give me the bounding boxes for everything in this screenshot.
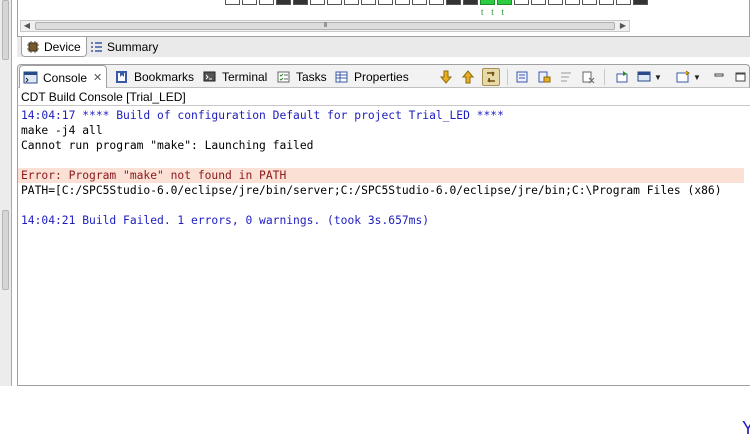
chip-pin-active[interactable] [497, 0, 512, 5]
chip-pin[interactable] [293, 0, 308, 5]
chip-pin[interactable] [344, 0, 359, 5]
chip-pin[interactable] [429, 0, 444, 5]
bookmarks-icon [114, 70, 130, 84]
console-line: Cannot run program "make": Launching fai… [21, 139, 314, 152]
close-icon[interactable]: ✕ [93, 71, 102, 84]
tab-device[interactable]: Device [21, 37, 87, 57]
chip-pin[interactable] [259, 0, 274, 5]
editor-tab-bar: Device Summary [17, 36, 750, 57]
device-editor-area: t t t ◀ III ▶ [17, 0, 750, 36]
chip-pin[interactable] [327, 0, 342, 5]
console-line: 14:04:21 Build Failed. 1 errors, 0 warni… [21, 214, 430, 227]
tab-summary[interactable]: Summary [85, 37, 163, 57]
left-view-scrollbar-lower[interactable] [2, 210, 9, 290]
scroll-right-icon[interactable]: ▶ [617, 21, 629, 31]
chip-pin[interactable] [378, 0, 393, 5]
console-error-line: Error: Program "make" not found in PATH [18, 168, 744, 183]
tab-label: Bookmarks [134, 70, 195, 84]
pin-marker: t [501, 8, 504, 17]
terminal-icon [202, 70, 218, 84]
link-icon[interactable] [482, 68, 500, 86]
toolbar-separator [507, 69, 508, 85]
chip-pin[interactable] [582, 0, 597, 5]
chevron-down-icon[interactable]: ▼ [653, 68, 663, 86]
chip-pin[interactable] [446, 0, 461, 5]
tab-label: Tasks [296, 70, 327, 84]
chip-pin[interactable] [361, 0, 376, 5]
pin-console-icon[interactable] [613, 68, 631, 86]
tab-console[interactable]: Console ✕ [19, 65, 108, 89]
list-icon [89, 40, 103, 54]
console-line: 14:04:17 **** Build of configuration Def… [21, 109, 504, 122]
maximize-icon[interactable] [731, 68, 749, 86]
properties-icon [334, 70, 350, 84]
scrollbar-thumb[interactable]: III [35, 22, 615, 30]
chip-pin[interactable] [531, 0, 546, 5]
tab-tasks[interactable]: Tasks [273, 67, 331, 87]
toolbar-separator [604, 69, 605, 85]
tab-terminal[interactable]: Terminal [199, 67, 271, 87]
chip-pin[interactable] [548, 0, 563, 5]
tab-properties[interactable]: Properties [331, 67, 413, 87]
tab-label: Console [43, 70, 88, 85]
device-chip-icon [26, 40, 40, 54]
tab-bookmarks[interactable]: Bookmarks [111, 67, 198, 87]
tab-label: Properties [354, 70, 409, 84]
word-wrap-icon[interactable] [557, 68, 575, 86]
console-line: PATH=[C:/SPC5Studio-6.0/eclipse/jre/bin/… [21, 184, 722, 197]
left-view-strip [0, 0, 12, 386]
console-name: CDT Build Console [Trial_LED] [17, 88, 750, 106]
chip-pin[interactable] [463, 0, 478, 5]
open-console-icon[interactable] [674, 68, 692, 86]
view-tab-bar: Console ✕ Bookmarks Terminal Tasks Prope… [17, 64, 750, 89]
clear-console-icon[interactable] [579, 68, 597, 86]
console-properties-icon[interactable] [513, 68, 531, 86]
tab-label: Summary [107, 40, 159, 54]
chip-pin[interactable] [276, 0, 291, 5]
pin-markers: t t t [481, 8, 504, 17]
chevron-down-icon[interactable]: ▼ [692, 68, 702, 86]
pin-marker: t [491, 8, 494, 17]
scroll-left-icon[interactable]: ◀ [21, 21, 33, 31]
chip-pin[interactable] [616, 0, 631, 5]
left-view-scrollbar[interactable] [2, 0, 9, 60]
console-output[interactable]: 14:04:17 **** Build of configuration Def… [17, 106, 750, 386]
tab-label: Device [44, 39, 81, 54]
pin-marker: t [481, 8, 484, 17]
chip-pin[interactable] [225, 0, 240, 5]
console-line: make -j4 all [21, 124, 103, 137]
chip-pin[interactable] [514, 0, 529, 5]
tab-label: Terminal [222, 70, 268, 84]
scroll-up-icon[interactable] [459, 68, 477, 86]
scroll-down-icon[interactable] [437, 68, 455, 86]
tasks-icon [276, 70, 292, 84]
minimize-icon[interactable] [710, 68, 728, 86]
console-icon [23, 71, 39, 85]
lock-icon[interactable] [535, 68, 553, 86]
chip-pin[interactable] [599, 0, 614, 5]
chip-pin[interactable] [633, 0, 648, 5]
chip-pin[interactable] [565, 0, 580, 5]
chip-pin[interactable] [242, 0, 257, 5]
chip-pin[interactable] [412, 0, 427, 5]
chip-pin-active[interactable] [480, 0, 495, 5]
partial-text-glyph: Y [742, 418, 750, 438]
chip-pin[interactable] [310, 0, 325, 5]
chip-pin[interactable] [395, 0, 410, 5]
chip-pin-row [225, 0, 650, 5]
display-console-icon[interactable] [635, 68, 653, 86]
editor-horizontal-scrollbar[interactable]: ◀ III ▶ [20, 20, 630, 32]
